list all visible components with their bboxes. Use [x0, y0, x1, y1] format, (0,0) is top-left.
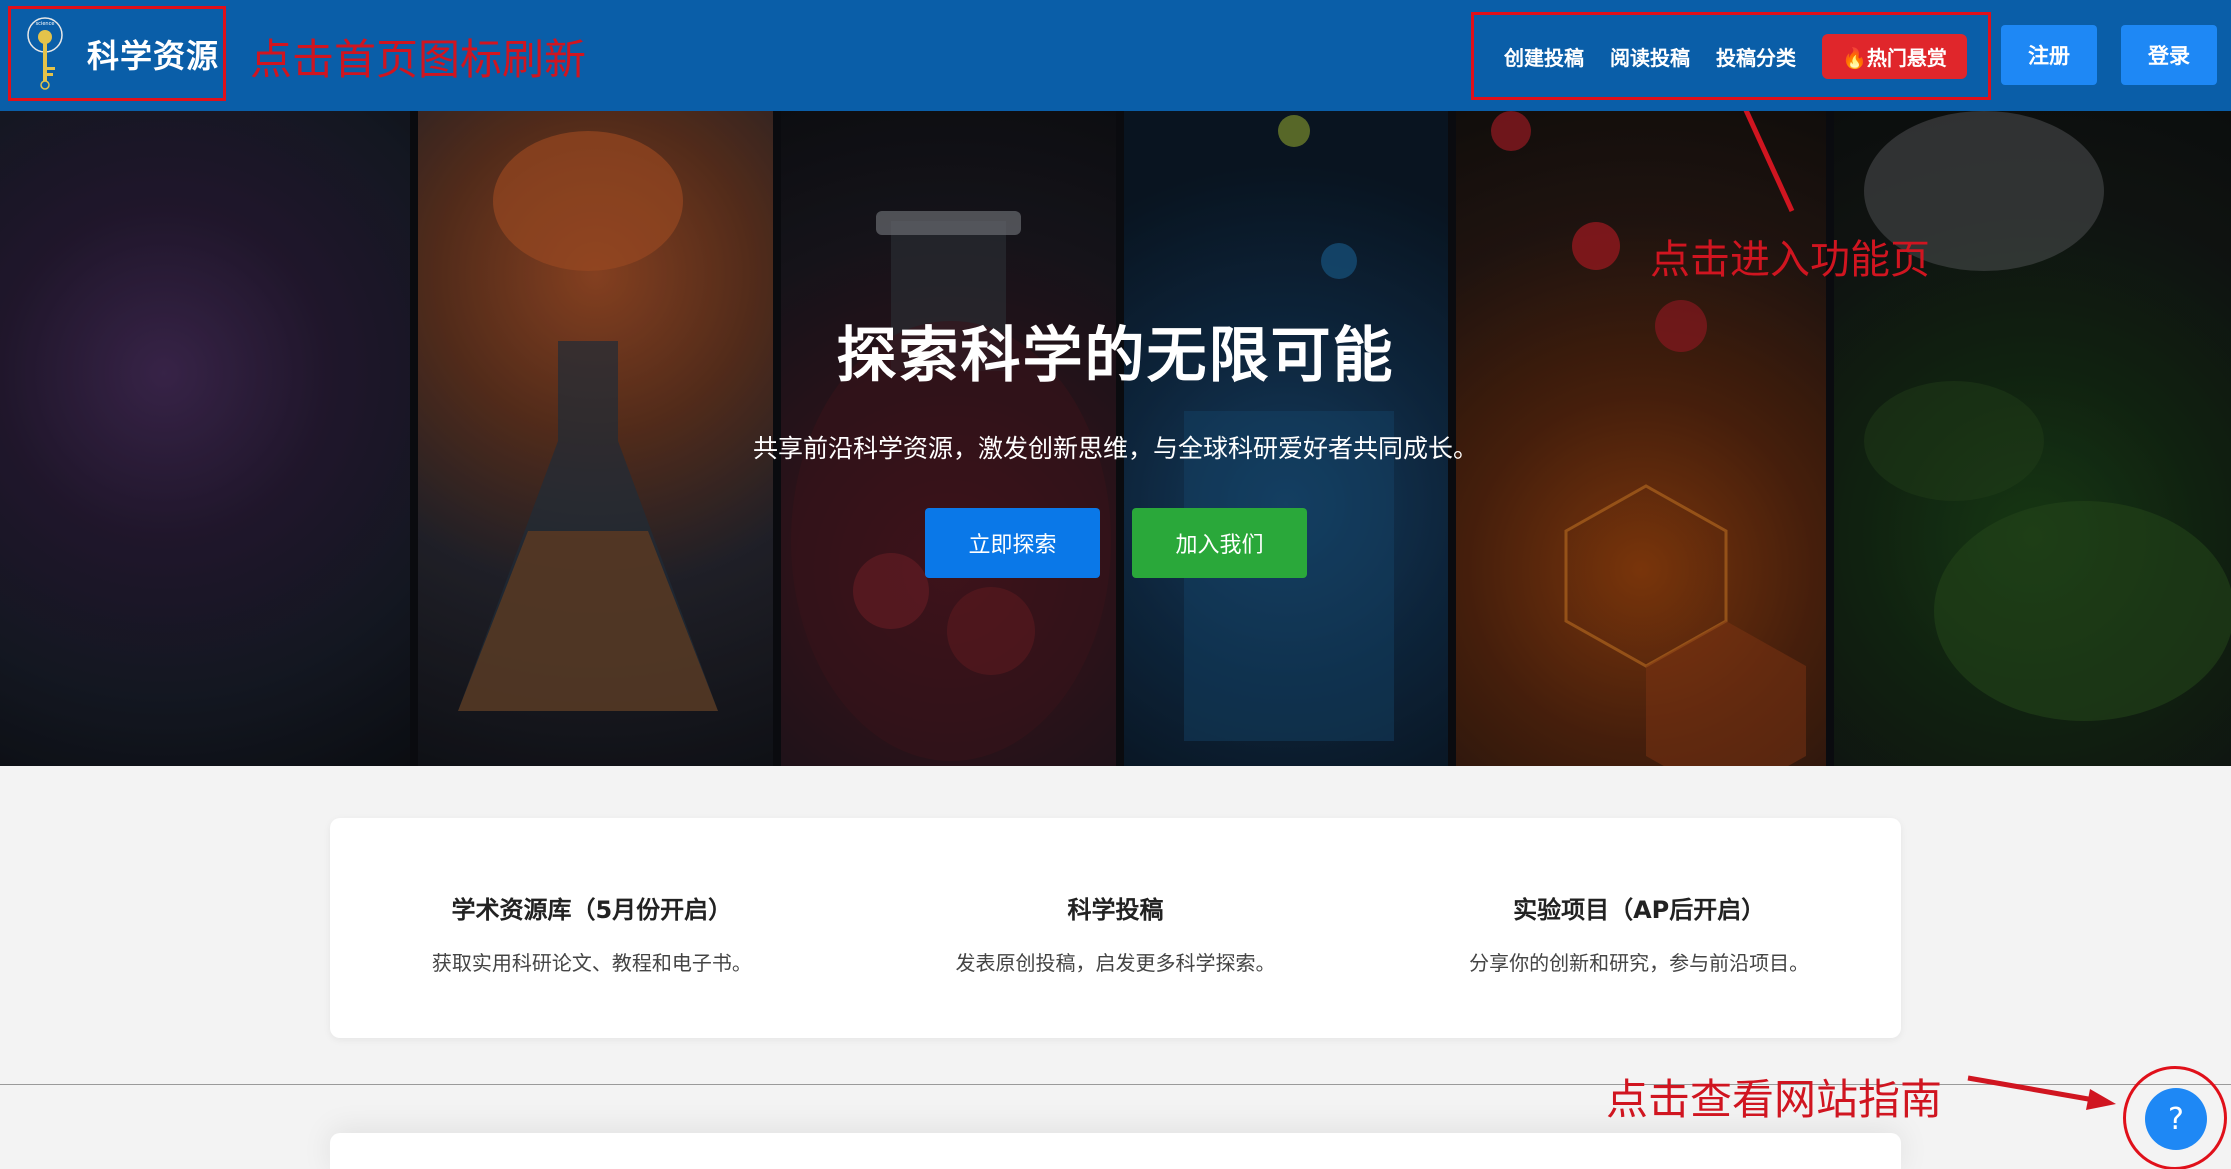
main-nav: 创建投稿 阅读投稿 投稿分类 🔥热门悬赏	[1471, 12, 1991, 100]
annotation-site-guide: 点击查看网站指南	[1606, 1075, 1943, 1124]
annotation-arrow-icon	[1743, 111, 1795, 213]
logo-text[interactable]: 科学资源	[87, 31, 219, 77]
join-button[interactable]: 加入我们	[1132, 508, 1307, 578]
feature-science-submission[interactable]: 科学投稿 发表原创投稿，启发更多科学探索。	[854, 818, 1378, 1038]
site-header: science 科学资源 点击首页图标刷新 创建投稿 阅读投稿 投稿分类 🔥热门…	[0, 0, 2231, 111]
feature-title: 科学投稿	[1067, 896, 1164, 924]
explore-button[interactable]: 立即探索	[925, 508, 1100, 578]
nav-hot-bounty-button[interactable]: 🔥热门悬赏	[1822, 33, 1967, 79]
features-card: 学术资源库（5月份开启） 获取实用科研论文、教程和电子书。 科学投稿 发表原创投…	[330, 818, 1901, 1038]
login-button[interactable]: 登录	[2121, 25, 2217, 85]
hero-banner: 探索科学的无限可能 共享前沿科学资源，激发创新思维，与全球科研爱好者共同成长。 …	[0, 111, 2231, 766]
help-guide-button[interactable]: ?	[2145, 1088, 2207, 1150]
feature-academic-library[interactable]: 学术资源库（5月份开启） 获取实用科研论文、教程和电子书。	[330, 818, 854, 1038]
next-section-card	[330, 1133, 1901, 1169]
feature-desc: 获取实用科研论文、教程和电子书。	[431, 951, 752, 975]
nav-read-submission[interactable]: 阅读投稿	[1610, 42, 1690, 71]
annotation-function-page: 点击进入功能页	[1650, 237, 1930, 283]
register-button[interactable]: 注册	[2001, 25, 2097, 85]
feature-title: 学术资源库（5月份开启）	[451, 896, 733, 924]
annotation-arrow-icon	[1967, 1075, 2116, 1110]
nav-submission-categories[interactable]: 投稿分类	[1716, 42, 1796, 71]
home-logo[interactable]: science 科学资源	[8, 6, 226, 101]
nav-create-submission[interactable]: 创建投稿	[1504, 42, 1584, 71]
hero-title: 探索科学的无限可能	[836, 321, 1395, 391]
svg-text:science: science	[36, 21, 55, 27]
feature-experiment-projects[interactable]: 实验项目（AP后开启） 分享你的创新和研究，参与前沿项目。	[1377, 818, 1901, 1038]
annotation-refresh: 点击首页图标刷新	[250, 35, 587, 84]
feature-title: 实验项目（AP后开启）	[1513, 896, 1766, 924]
feature-desc: 分享你的创新和研究，参与前沿项目。	[1469, 951, 1810, 975]
feature-desc: 发表原创投稿，启发更多科学探索。	[955, 951, 1276, 975]
science-key-icon: science	[27, 16, 63, 90]
hero-subtitle: 共享前沿科学资源，激发创新思维，与全球科研爱好者共同成长。	[752, 434, 1478, 463]
